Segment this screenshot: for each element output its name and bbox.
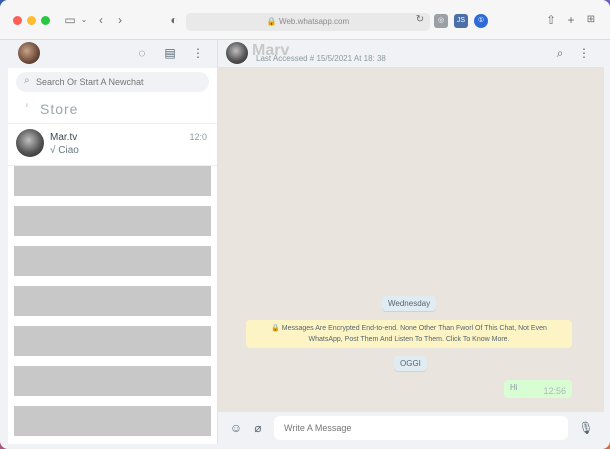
chat-name: Mar.tv [50,132,78,143]
sidebar-header: ◌ ▤ ⋮ [8,40,217,68]
store-label: Store [40,101,79,117]
browser-toolbar: ▭ ⌄ ‹ › ◐ 🔒 Web.whatsapp.com ↻ ◎ JS ① ⇧ … [0,0,610,40]
browser-window: ▭ ⌄ ‹ › ◐ 🔒 Web.whatsapp.com ↻ ◎ JS ① ⇧ … [0,0,610,449]
avatar [16,129,44,157]
store-row[interactable]: ᑊ Store [8,96,217,124]
chevron-left-icon[interactable]: ‹ [93,12,109,28]
chevron-down-icon[interactable]: ⌄ [76,12,92,28]
menu-icon[interactable]: ⋮ [576,45,592,61]
search-input[interactable] [36,72,206,92]
message-area: Wednesday 🔒 Messages Are Encrypted End-t… [218,68,604,412]
redacted-chat-row[interactable] [14,166,211,196]
js-extension-icon[interactable]: JS [454,14,468,28]
reload-icon[interactable]: ↻ [412,12,428,28]
extension-icon[interactable]: ◎ [434,14,448,28]
redacted-chat-row[interactable] [14,326,211,356]
menu-icon[interactable]: ⋮ [190,45,206,61]
password-extension-icon[interactable]: ① [474,14,488,28]
pin-icon: ᑊ [26,102,28,112]
redacted-chat-row[interactable] [14,206,211,236]
encryption-line-1: 🔒 Messages Are Encrypted End-to-end. Non… [271,325,547,332]
chat-list-sidebar: ◌ ▤ ⋮ ⌕ ᑊ Store Mar.tv 12:0 √ Ciao [8,40,218,444]
encryption-line-2: WhatsApp, Post Them And Listen To Them. … [308,336,510,343]
outgoing-message[interactable]: Hi 12:56 [504,380,572,398]
list-item[interactable]: Mar.tv 12:0 √ Ciao [8,124,217,166]
share-icon[interactable]: ⇧ [543,12,559,28]
conversation-panel: Marv Last Accessed # 15/5/2021 At 18: 38… [218,40,604,444]
zoom-window-button[interactable] [41,16,50,25]
status-icon[interactable]: ◌ [134,45,150,61]
redacted-chat-row[interactable] [14,406,211,436]
message-input[interactable] [274,416,568,440]
chat-last-message: √ Ciao [50,145,79,156]
lock-icon: 🔒 [271,325,280,332]
redacted-chat-row[interactable] [14,246,211,276]
close-window-button[interactable] [13,16,22,25]
new-chat-icon[interactable]: ▤ [162,45,178,61]
last-seen-status: Last Accessed # 15/5/2021 At 18: 38 [256,54,386,63]
url-text: Web.whatsapp.com [279,17,350,26]
search-icon: ⌕ [24,75,30,86]
redacted-chat-row[interactable] [14,286,211,316]
emoji-icon[interactable]: ☺ [228,420,244,436]
search-area: ⌕ [8,68,217,96]
search-box: ⌕ [16,72,209,92]
message-text: Hi [510,383,518,392]
encryption-notice[interactable]: 🔒 Messages Are Encrypted End-to-end. Non… [246,320,572,348]
chat-time: 12:0 [189,132,207,142]
plus-icon[interactable]: + [563,12,579,28]
conversation-header[interactable]: Marv Last Accessed # 15/5/2021 At 18: 38… [218,40,604,68]
search-icon[interactable]: ⌕ [552,45,568,61]
microphone-icon[interactable]: 🎙 [578,420,594,436]
minimize-window-button[interactable] [27,16,36,25]
date-pill: OGGI [394,356,427,371]
attach-icon[interactable]: ⌀ [250,420,266,436]
redacted-chat-list [8,166,217,436]
lock-icon: 🔒 [266,17,277,26]
address-bar[interactable]: 🔒 Web.whatsapp.com [186,13,430,31]
message-time: 12:56 [543,386,566,396]
shield-icon[interactable]: ◐ [166,12,182,28]
grid-icon[interactable]: ⊞ [583,12,599,28]
message-composer: ☺ ⌀ 🎙 [218,412,604,444]
redacted-chat-row[interactable] [14,366,211,396]
chevron-right-icon[interactable]: › [112,12,128,28]
avatar[interactable] [18,42,40,64]
date-pill: Wednesday [382,296,437,311]
avatar[interactable] [226,42,248,64]
